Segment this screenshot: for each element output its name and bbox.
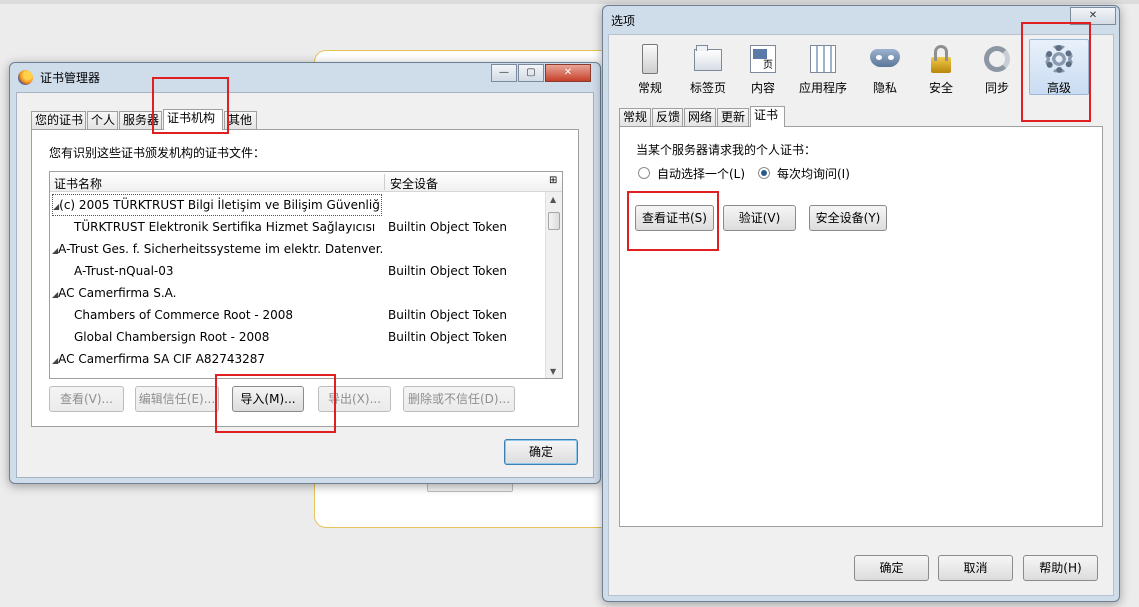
toolbar-advanced[interactable]: 高级	[1029, 39, 1089, 95]
tree-row[interactable]: A-Trust-nQual-03 Builtin Object Token	[50, 260, 545, 282]
gear-icon	[1045, 45, 1073, 73]
cert-device: Builtin Object Token	[388, 220, 508, 234]
cert-name: A-Trust-nQual-03	[74, 264, 174, 278]
cert-request-prompt: 当某个服务器请求我的个人证书：	[636, 143, 817, 157]
toolbar-privacy[interactable]: 隐私	[867, 43, 903, 96]
tab-your-certs[interactable]: 您的证书	[31, 111, 86, 129]
tree-row[interactable]: ◢A-Trust Ges. f. Sicherheitssysteme im e…	[50, 238, 545, 260]
cert-name: AC Camerfirma S.A.	[58, 286, 177, 300]
desktop-strip	[0, 0, 1139, 4]
cert-name: Chambers of Commerce Root - 2008	[74, 308, 294, 322]
subtab-certificates[interactable]: 证书	[750, 106, 785, 127]
security-devices-button[interactable]: 安全设备(Y)	[809, 205, 887, 231]
tab-servers[interactable]: 服务器	[119, 111, 162, 129]
export-button[interactable]: 导出(X)...	[318, 386, 391, 412]
cert-tab-panel: 您有识别这些证书颁发机构的证书文件： 证书名称 安全设备 ⊞ ◢(c) 2005…	[31, 129, 579, 427]
options-toolbar: 常规 标签页 页 内容 应用程序 隐私 安全 同步 高级	[609, 35, 1113, 101]
mask-icon	[870, 49, 900, 67]
tabs-icon	[694, 49, 722, 71]
options-ok-button[interactable]: 确定	[854, 555, 929, 581]
options-title: 选项	[611, 14, 636, 28]
scroll-thumb[interactable]	[548, 212, 560, 230]
toolbar-general[interactable]: 常规	[629, 43, 671, 96]
applications-icon	[810, 45, 836, 73]
scroll-up-icon[interactable]: ▲	[550, 195, 556, 204]
firefox-icon	[18, 70, 33, 85]
radio-ask-every-time[interactable]	[758, 167, 770, 179]
delete-distrust-button[interactable]: 删除或不信任(D)...	[403, 386, 515, 412]
cert-device: Builtin Object Token	[388, 264, 508, 278]
cert-manager-client: 您的证书 个人 服务器 证书机构 其他 您有识别这些证书颁发机构的证书文件： 证…	[16, 92, 594, 478]
validation-button[interactable]: 验证(V)	[723, 205, 796, 231]
cert-device: Builtin Object Token	[388, 308, 508, 322]
cert-manager-title: 证书管理器	[40, 71, 101, 85]
cert-tree[interactable]: 证书名称 安全设备 ⊞ ◢(c) 2005 TÜRKTRUST Bilgi İl…	[49, 171, 563, 379]
cert-device: Builtin Object Token	[388, 330, 508, 344]
column-picker-icon[interactable]: ⊞	[549, 175, 557, 186]
options-cancel-button[interactable]: 取消	[938, 555, 1013, 581]
tree-row[interactable]: ◢AC Camerfirma S.A.	[50, 282, 545, 304]
scroll-down-icon[interactable]: ▼	[550, 367, 556, 376]
tab-personal[interactable]: 个人	[87, 111, 118, 129]
cert-name: AC Camerfirma SA CIF A82743287	[58, 352, 266, 366]
tree-row[interactable]: ◢(c) 2005 TÜRKTRUST Bilgi İletişim ve Bi…	[50, 194, 545, 216]
options-client: 常规 标签页 页 内容 应用程序 隐私 安全 同步 高级 常规 反馈 网络 更新…	[608, 34, 1114, 596]
cert-name: A-Trust Ges. f. Sicherheitssysteme im el…	[58, 242, 382, 256]
options-help-button[interactable]: 帮助(H)	[1023, 555, 1098, 581]
minimize-button[interactable]: —	[491, 64, 517, 82]
toolbar-security[interactable]: 安全	[923, 43, 959, 96]
tab-others[interactable]: 其他	[224, 111, 257, 129]
tab-authorities[interactable]: 证书机构	[163, 109, 223, 130]
view-button[interactable]: 查看(V)...	[49, 386, 124, 412]
cert-name: (c) 2005 TÜRKTRUST Bilgi İletişim ve Bil…	[59, 198, 382, 212]
toolbar-sync[interactable]: 同步	[979, 43, 1015, 96]
view-certificates-button[interactable]: 查看证书(S)	[635, 205, 714, 231]
toolbar-applications[interactable]: 应用程序	[796, 43, 850, 96]
sync-icon	[984, 46, 1010, 72]
authorities-description: 您有识别这些证书颁发机构的证书文件：	[49, 146, 266, 160]
radio-ask-label[interactable]: 每次均询问(I)	[777, 165, 850, 182]
options-close-button[interactable]: ✕	[1070, 7, 1116, 25]
tree-scrollbar[interactable]: ▲ ▼	[545, 192, 562, 378]
cert-tabs: 您的证书 个人 服务器 证书机构 其他	[31, 109, 331, 130]
options-window: 选项 ✕ 常规 标签页 页 内容 应用程序 隐私 安全 同步 高级 常规 反馈 …	[602, 5, 1120, 602]
edit-trust-button[interactable]: 编辑信任(E)...	[135, 386, 219, 412]
maximize-button[interactable]: ▢	[518, 64, 544, 82]
cert-name: Global Chambersign Root - 2008	[74, 330, 270, 344]
tree-row[interactable]: TÜRKTRUST Elektronik Sertifika Hizmet Sa…	[50, 216, 545, 238]
tree-header: 证书名称 安全设备 ⊞	[50, 172, 562, 192]
toolbar-tabs[interactable]: 标签页	[685, 43, 731, 96]
certificates-panel: 当某个服务器请求我的个人证书： 自动选择一个(L) 每次均询问(I) 查看证书(…	[619, 126, 1103, 527]
import-button[interactable]: 导入(M)...	[232, 386, 304, 412]
tree-row[interactable]: Chambers of Commerce Root - 2008 Builtin …	[50, 304, 545, 326]
radio-auto-select[interactable]	[638, 167, 650, 179]
tree-row[interactable]: Global Chambersign Root - 2008 Builtin Ob…	[50, 326, 545, 348]
column-cert-name[interactable]: 证书名称	[54, 175, 102, 192]
toolbar-content[interactable]: 页 内容	[745, 43, 781, 96]
column-security-device[interactable]: 安全设备	[390, 175, 438, 192]
radio-auto-label[interactable]: 自动选择一个(L)	[657, 165, 745, 182]
switch-icon	[642, 44, 658, 74]
cert-name: TÜRKTRUST Elektronik Sertifika Hizmet Sa…	[74, 220, 376, 234]
subtab-feedback[interactable]: 反馈	[652, 108, 683, 126]
subtab-network[interactable]: 网络	[684, 108, 716, 126]
advanced-subtabs: 常规 反馈 网络 更新 证书	[619, 106, 819, 127]
close-button[interactable]: ✕	[545, 64, 591, 82]
subtab-general[interactable]: 常规	[619, 108, 651, 126]
tree-row[interactable]: ◢AC Camerfirma SA CIF A82743287	[50, 348, 545, 370]
cert-manager-window: 证书管理器 — ▢ ✕ 您的证书 个人 服务器 证书机构 其他 您有识别这些证书…	[9, 62, 601, 484]
cert-manager-ok-button[interactable]: 确定	[504, 439, 578, 465]
subtab-update[interactable]: 更新	[717, 108, 749, 126]
